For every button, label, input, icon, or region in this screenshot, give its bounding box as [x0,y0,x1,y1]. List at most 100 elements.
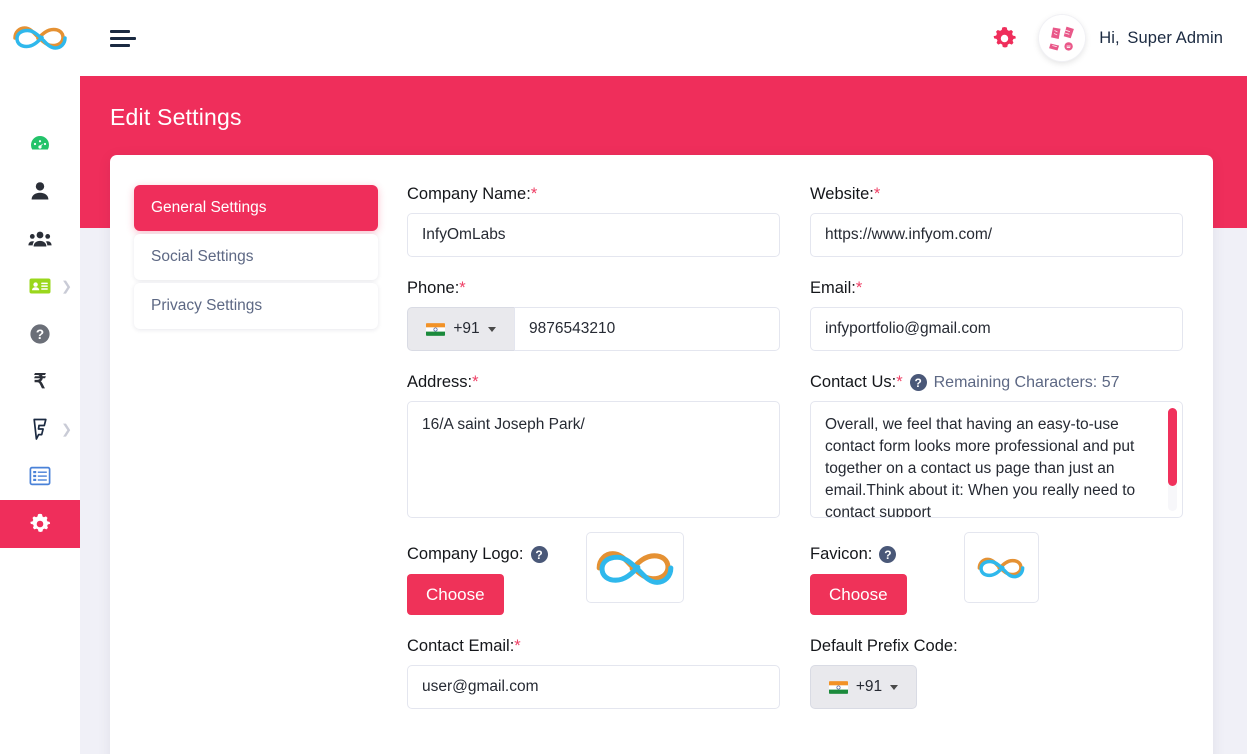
contact-us-textarea[interactable]: Overall, we feel that having an easy-to-… [810,401,1183,518]
company-logo-preview [585,532,684,603]
brand-logo [0,0,80,76]
company-name-label: Company Name: * [407,185,780,204]
phone-row: +91 [407,307,780,351]
label-text: Address: [407,373,473,391]
required-asterisk: * [459,279,466,297]
user-greeting: Hi, Super Admin [1099,29,1223,48]
label-text: Phone: [407,279,460,297]
speedometer-icon [30,135,50,150]
user-name: Super Admin [1127,28,1223,47]
company-logo-choose-button[interactable]: Choose [407,574,504,615]
sidebar-items: ❯ ? ₹ ❯ [0,76,80,548]
phone-prefix-dropdown[interactable]: +91 [407,307,514,351]
contact-email-label: Contact Email: * [407,637,780,656]
sidebar-item-help[interactable]: ? [0,310,80,358]
user-icon [31,182,49,200]
sidebar-item-payments[interactable]: ₹ [0,358,80,406]
svg-text:?: ? [36,327,44,342]
tab-general-settings[interactable]: General Settings [134,185,378,231]
favicon-row: Choose [810,532,1183,615]
avatar[interactable] [1039,15,1086,61]
company-name-input[interactable] [407,213,780,257]
favicon-choose-button[interactable]: Choose [810,574,907,615]
field-default-prefix-code: Default Prefix Code: +91 [810,637,1183,709]
phone-prefix-value: +91 [453,320,480,337]
remaining-characters: Remaining Characters: 57 [933,373,1120,391]
menu-toggle-button[interactable] [110,28,136,48]
question-circle-icon[interactable]: ? [909,374,927,391]
email-label: Email: * [810,279,1183,298]
sidebar-rail: ❯ ? ₹ ❯ [0,0,80,754]
settings-tabs: General Settings Social Settings Privacy… [134,185,378,735]
phone-label: Phone: * [407,279,780,298]
label-text: Contact Email: [407,637,515,655]
company-logo-row: Choose [407,532,780,615]
infinity-logo-icon [13,26,67,50]
contact-us-textarea-wrap: Overall, we feel that having an easy-to-… [810,401,1183,523]
field-company-logo: Company Logo: ? Choose [407,532,780,615]
default-prefix-value: +91 [855,678,883,695]
sidebar-item-foursquare[interactable]: ❯ [0,405,80,453]
gear-icon [30,513,51,532]
question-circle-icon: ? [30,324,50,344]
india-flag-icon [426,322,446,336]
email-input[interactable] [810,307,1183,351]
svg-text:₹: ₹ [34,371,47,393]
india-flag-icon [828,680,848,694]
contact-us-label: Contact Us: * ? Remaining Characters: 57 [810,373,1183,392]
infinity-logo-icon [977,557,1025,578]
chevron-down-icon [487,326,496,332]
default-prefix-code-label: Default Prefix Code: [810,637,1183,656]
sidebar-item-dashboard[interactable] [0,120,80,168]
infinity-logo-icon [596,550,673,585]
website-input[interactable] [810,213,1183,257]
required-asterisk: * [514,637,521,655]
field-email: Email: * [810,279,1183,351]
top-bar: Hi, Super Admin [80,0,1247,76]
required-asterisk: * [873,185,881,203]
label-text: Default Prefix Code: [810,637,958,655]
field-address: Address: * 16/A saint Joseph Park/ [407,373,780,523]
address-label: Address: * [407,373,780,392]
hamburger-line [110,36,136,40]
required-asterisk: * [472,373,479,391]
default-prefix-dropdown[interactable]: +91 [810,665,917,709]
website-label: Website: * [810,185,1183,204]
hamburger-line [110,29,130,33]
address-textarea[interactable]: 16/A saint Joseph Park/ [407,401,780,518]
hamburger-line [110,43,130,47]
field-website: Website: * [810,185,1183,257]
label-text: Favicon: [810,545,873,563]
tab-privacy-settings[interactable]: Privacy Settings [134,283,378,329]
label-text: Email: [810,279,856,297]
avatar-image [1039,15,1086,61]
sidebar-item-id-card[interactable]: ❯ [0,263,80,311]
label-text: Website: [810,185,874,203]
question-circle-icon[interactable]: ? [530,546,548,563]
sidebar-item-settings[interactable] [0,500,80,548]
sidebar-item-reports[interactable] [0,453,80,501]
top-bar-right: Hi, Super Admin [984,15,1223,61]
phone-input[interactable] [514,307,780,351]
field-contact-us: Contact Us: * ? Remaining Characters: 57 … [810,373,1183,523]
flag-foursquare-icon [33,418,47,440]
question-circle-icon[interactable]: ? [879,546,897,563]
textarea-scrollbar[interactable] [1168,408,1177,511]
id-card-icon [29,278,51,294]
required-asterisk: * [530,185,538,203]
tab-social-settings[interactable]: Social Settings [134,234,378,280]
scrollbar-thumb[interactable] [1168,408,1177,486]
required-asterisk: * [896,373,903,391]
users-group-icon [28,231,52,247]
settings-button[interactable] [984,18,1024,58]
field-company-name: Company Name: * [407,185,780,257]
field-contact-email: Contact Email: * [407,637,780,709]
list-icon [29,466,51,486]
sidebar-item-user[interactable] [0,168,80,216]
contact-email-input[interactable] [407,665,780,709]
chevron-right-icon: ❯ [61,421,72,437]
chevron-down-icon [890,684,899,690]
gear-icon [993,26,1016,47]
sidebar-item-users[interactable] [0,215,80,263]
label-text: Company Logo: [407,545,524,563]
